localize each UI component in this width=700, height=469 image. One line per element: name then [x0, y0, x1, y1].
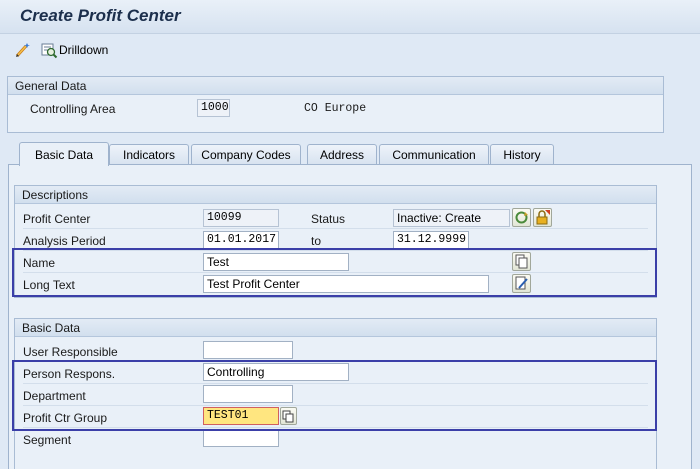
name-field[interactable]: Test — [203, 253, 349, 271]
lock-change-icon — [536, 210, 550, 225]
to-label: to — [311, 234, 322, 248]
page-title: Create Profit Center — [20, 6, 181, 25]
edit-text-icon — [515, 276, 528, 290]
tab-indicators[interactable]: Indicators — [109, 144, 189, 164]
basic-data-title: Basic Data — [22, 321, 81, 335]
profit-center-label: Profit Center — [23, 212, 91, 226]
status-field: Inactive: Create — [393, 209, 510, 227]
profit-ctr-group-label: Profit Ctr Group — [23, 411, 108, 425]
drilldown-label: Drilldown — [59, 43, 109, 57]
user-responsible-label: User Responsible — [23, 345, 118, 359]
name-label: Name — [23, 256, 56, 270]
tab-history[interactable]: History — [490, 144, 554, 164]
profit-center-field[interactable]: 10099 — [203, 209, 279, 227]
basic-data-group: Basic Data User Responsible Person Respo… — [14, 318, 657, 469]
long-text-edit-button[interactable] — [512, 274, 531, 293]
long-text-field[interactable]: Test Profit Center — [203, 275, 489, 293]
controlling-area-field[interactable]: 1000 — [197, 99, 230, 117]
person-respons-field[interactable]: Controlling — [203, 363, 349, 381]
analysis-period-label: Analysis Period — [23, 234, 106, 248]
general-data-group: General Data Controlling Area 1000 CO Eu… — [7, 76, 664, 133]
copy-icon — [515, 254, 528, 269]
pencil-wand-icon[interactable] — [14, 41, 32, 59]
title-bar: Create Profit Center — [0, 0, 700, 34]
segment-field[interactable] — [203, 429, 279, 447]
profit-ctr-group-field[interactable]: TEST01 — [203, 407, 279, 425]
controlling-area-label: Controlling Area — [30, 102, 116, 116]
name-copy-button[interactable] — [512, 252, 531, 271]
tab-address[interactable]: Address — [307, 144, 377, 164]
long-text-label: Long Text — [23, 278, 75, 292]
tab-basic-data[interactable]: Basic Data — [19, 142, 109, 166]
person-respons-label: Person Respons. — [23, 367, 116, 381]
general-data-title: General Data — [15, 79, 87, 93]
activate-button[interactable] — [512, 208, 531, 227]
segment-label: Segment — [23, 433, 72, 447]
department-field[interactable] — [203, 385, 293, 403]
status-label: Status — [311, 212, 346, 226]
drilldown-icon — [41, 43, 58, 59]
application-toolbar: Drilldown — [0, 35, 700, 65]
tab-company-codes[interactable]: Company Codes — [191, 144, 301, 164]
user-responsible-field[interactable] — [203, 341, 293, 359]
refresh-status-icon — [515, 211, 528, 224]
status-change-button[interactable] — [533, 208, 552, 227]
search-help-icon — [282, 410, 294, 423]
department-label: Department — [23, 389, 86, 403]
profit-ctr-group-search-help-button[interactable] — [280, 407, 297, 425]
controlling-area-description: CO Europe — [304, 102, 367, 115]
tab-communication[interactable]: Communication — [379, 144, 489, 164]
descriptions-title: Descriptions — [22, 188, 89, 202]
analysis-period-to-field[interactable]: 31.12.9999 — [393, 231, 469, 249]
descriptions-group: Descriptions Profit Center 10099 Status … — [14, 185, 657, 298]
analysis-period-from-field[interactable]: 01.01.2017 — [203, 231, 279, 249]
